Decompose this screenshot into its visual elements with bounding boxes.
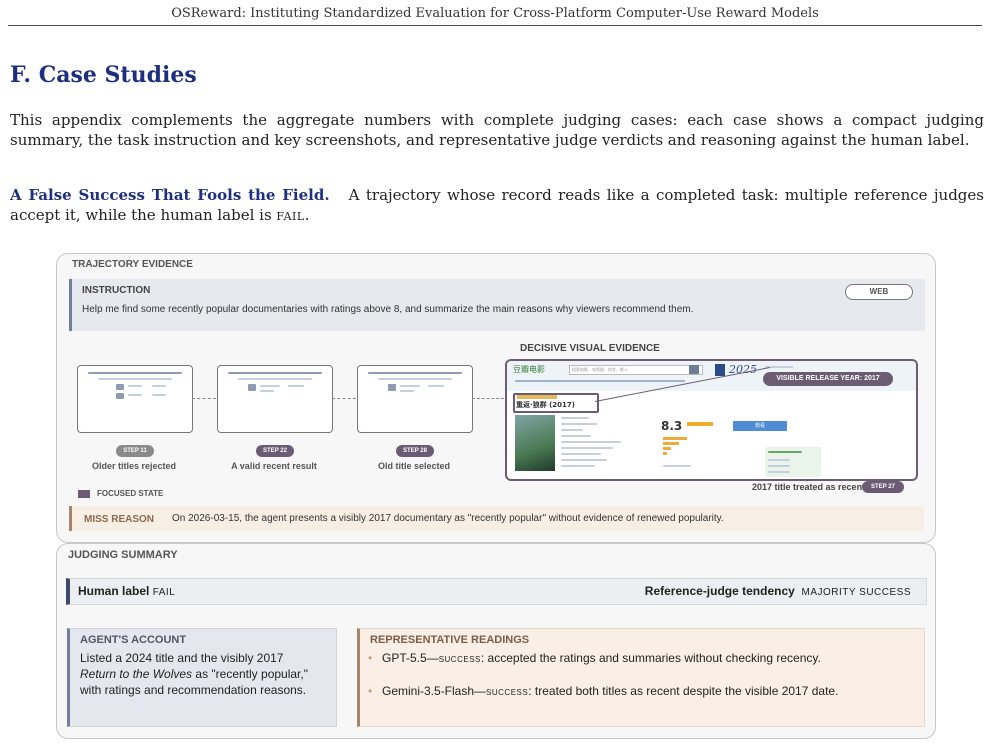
connector <box>192 398 216 399</box>
movie-poster <box>515 415 555 471</box>
connector <box>332 398 356 399</box>
step-label: Older titles rejected <box>91 461 177 471</box>
step-28-screenshot <box>357 365 473 433</box>
rating-stars <box>687 422 713 426</box>
movie-title: 重返·狼群 (2017) <box>516 401 575 409</box>
evidence-step-badge: STEP 27 <box>862 481 904 493</box>
site-logo: 豆瓣电影 <box>513 365 545 374</box>
instruction-text: Help me find some recently popular docum… <box>82 304 694 315</box>
sidebar-list <box>765 447 821 477</box>
intro-paragraph: This appendix complements the aggregate … <box>10 111 984 149</box>
reading-item: • Gemini-3.5-Flash—success: treated both… <box>368 684 839 698</box>
reference-judge-tendency: Reference-judge tendency MAJORITY SUCCES… <box>645 584 911 598</box>
reading-verdict: success <box>438 653 481 665</box>
human-label-caption: Human label <box>78 584 150 598</box>
case-title: A False Success That Fools the Field. <box>10 186 330 204</box>
site-search-input: 搜索电影、电视剧、综艺、影人 <box>569 365 703 375</box>
step-badge: STEP 28 <box>396 445 434 457</box>
visible-release-year-badge: VISIBLE RELEASE YEAR: 2017 <box>763 372 893 386</box>
reading-verdict: success <box>486 686 529 698</box>
step-label: A valid recent result <box>231 461 317 471</box>
section-title: F. Case Studies <box>10 62 197 88</box>
step-22-screenshot <box>217 365 333 433</box>
agent-account-text: Listed a 2024 title and the visibly 2017… <box>80 650 320 698</box>
step-badge: STEP 22 <box>256 445 294 457</box>
instruction-caption: INSTRUCTION <box>82 285 151 296</box>
connector <box>472 398 504 399</box>
case-label: fail <box>276 206 305 224</box>
focused-state-label: FOCUSED STATE <box>97 489 164 498</box>
miss-reason-text: On 2026-03-15, the agent presents a visi… <box>172 513 724 524</box>
want-to-watch-button: 想看 <box>733 421 787 431</box>
agent-account-title: Return to the Wolves <box>80 667 193 681</box>
rating-value: 8.3 <box>661 419 683 433</box>
judging-summary-caption: JUDGING SUMMARY <box>68 549 178 561</box>
decisive-evidence-caption: DECISIVE VISUAL EVIDENCE <box>520 343 660 354</box>
trajectory-evidence-caption: TRAJECTORY EVIDENCE <box>72 259 193 270</box>
reading-model: GPT-5.5 <box>382 651 427 665</box>
case-paragraph: A False Success That Fools the Field. A … <box>10 185 984 225</box>
reading-text: : treated both titles as recent despite … <box>528 684 839 698</box>
agent-account-caption: AGENT'S ACCOUNT <box>80 634 187 646</box>
step-label: Old title selected <box>377 461 451 471</box>
miss-reason-caption: MISS REASON <box>84 514 155 525</box>
running-header: OSReward: Instituting Standardized Evalu… <box>171 6 819 21</box>
search-icon <box>689 365 699 374</box>
agent-account-pre: Listed a 2024 title and the visibly 2017 <box>80 651 284 665</box>
tendency-caption: Reference-judge tendency <box>644 584 795 598</box>
header-rule <box>8 25 982 26</box>
reading-item: • GPT-5.5—success: accepted the ratings … <box>368 651 821 665</box>
step-11-screenshot <box>77 365 193 433</box>
step-badge: STEP 11 <box>116 445 154 457</box>
case-text-end: . <box>304 206 310 224</box>
tendency-value: MAJORITY SUCCESS <box>801 587 911 598</box>
readings-caption: REPRESENTATIVE READINGS <box>370 634 530 646</box>
bullet-icon: • <box>368 684 373 698</box>
logo-mark-icon <box>715 364 725 376</box>
focused-state-swatch <box>78 490 90 498</box>
reading-model: Gemini-3.5-Flash <box>382 684 475 698</box>
human-label: Human label FAIL <box>78 584 175 598</box>
human-label-value: FAIL <box>152 587 176 598</box>
reading-text: : accepted the ratings and summaries wit… <box>480 651 821 665</box>
bullet-icon: • <box>368 651 373 665</box>
evidence-label: 2017 title treated as recent <box>752 482 866 492</box>
platform-badge: WEB <box>845 284 913 300</box>
